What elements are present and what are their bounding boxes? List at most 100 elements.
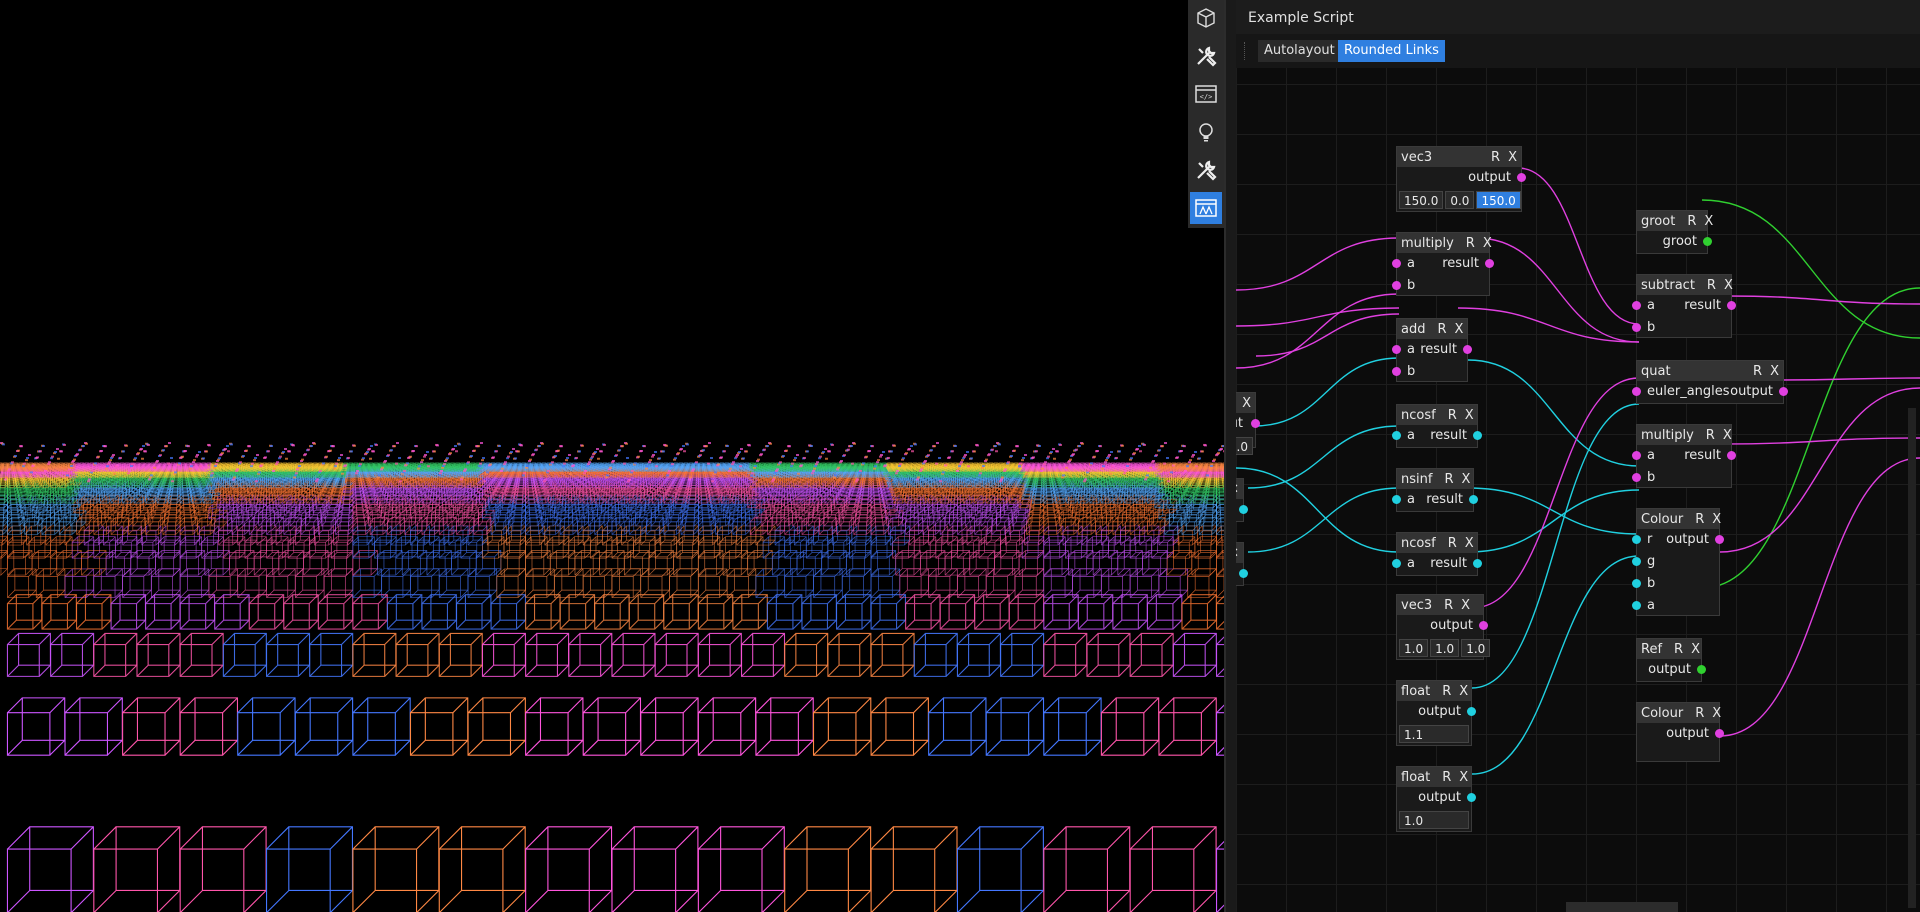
distant-cube xyxy=(910,445,913,447)
wireframe-cube xyxy=(50,632,95,677)
distant-cube xyxy=(470,455,473,457)
distant-cube xyxy=(479,462,482,465)
distant-cube xyxy=(988,453,991,456)
distant-cube xyxy=(495,450,498,453)
distant-cube xyxy=(976,444,979,447)
wireframe-cube xyxy=(1008,594,1045,630)
wireframe-cube xyxy=(490,594,527,630)
distant-cube xyxy=(581,444,584,447)
wireframe-cube xyxy=(136,632,181,677)
distant-cube xyxy=(740,448,743,450)
distant-cube xyxy=(760,453,763,456)
wireframe-cube xyxy=(1158,568,1188,598)
distant-cube xyxy=(14,455,17,457)
distant-cube xyxy=(796,454,799,456)
distant-cube xyxy=(319,469,322,472)
distant-cube xyxy=(427,465,430,468)
distant-cube xyxy=(1145,476,1148,479)
distant-cube xyxy=(426,451,429,453)
distant-cube xyxy=(251,462,254,465)
distant-cube xyxy=(1207,472,1210,475)
distant-cube xyxy=(1016,445,1019,448)
distant-cube xyxy=(525,466,528,469)
distant-cube xyxy=(510,451,513,453)
distant-cube xyxy=(242,455,245,457)
distant-cube xyxy=(134,457,137,460)
distant-cube xyxy=(492,456,495,459)
distant-cube xyxy=(438,474,441,477)
distant-cube xyxy=(1144,478,1147,481)
wireframe-cube xyxy=(582,568,613,598)
wireframe-cube xyxy=(821,550,847,576)
distant-cube xyxy=(57,457,60,460)
distant-cube xyxy=(1052,448,1055,450)
distant-cube xyxy=(282,451,285,453)
distant-cube xyxy=(507,455,510,458)
distant-cube xyxy=(978,474,981,477)
distant-cube xyxy=(1019,462,1022,465)
distant-cube xyxy=(1099,445,1102,448)
wireframe-cube xyxy=(673,550,699,576)
distant-cube xyxy=(658,457,661,460)
distant-cube xyxy=(1043,463,1046,466)
wireframe-cube xyxy=(784,826,872,912)
distant-cube xyxy=(562,465,565,468)
distant-cube xyxy=(420,461,423,464)
distant-cube xyxy=(936,442,939,444)
distant-cube xyxy=(1022,457,1025,459)
distant-cube xyxy=(788,445,791,448)
wireframe-cube xyxy=(317,594,354,630)
distant-cube xyxy=(855,480,858,483)
wireframe-cube xyxy=(179,697,239,756)
distant-cube xyxy=(504,461,507,464)
wireframe-cube xyxy=(222,632,267,677)
distant-cube xyxy=(159,454,162,457)
distant-cube xyxy=(732,461,735,464)
wireframe-cube xyxy=(895,550,921,576)
distant-cube xyxy=(358,465,361,467)
distant-cube xyxy=(1198,457,1201,460)
distant-cube xyxy=(128,470,131,472)
wireframe-cube xyxy=(974,594,1010,630)
wireframe-cube xyxy=(846,550,872,576)
wireframe-cube xyxy=(41,594,77,630)
3d-viewport[interactable] xyxy=(0,0,1224,912)
distant-cube xyxy=(1021,459,1024,462)
distant-cube xyxy=(833,476,836,479)
distant-cube xyxy=(723,450,726,453)
distant-cube xyxy=(966,451,969,453)
distant-cube xyxy=(131,463,134,466)
distant-cube xyxy=(587,463,590,466)
distant-cube xyxy=(25,459,28,462)
wireframe-cube xyxy=(1158,697,1217,756)
distant-cube xyxy=(1201,450,1204,453)
distant-cube xyxy=(461,476,464,479)
distant-cube xyxy=(395,462,398,465)
distant-cube xyxy=(65,476,68,479)
distant-cube xyxy=(1090,462,1093,465)
distant-cube xyxy=(100,450,103,452)
distant-cube xyxy=(710,457,713,459)
distant-cube xyxy=(1167,480,1170,483)
distant-cube xyxy=(334,465,337,468)
distant-cube xyxy=(851,462,854,465)
distant-cube xyxy=(583,472,586,475)
distant-cube xyxy=(1025,472,1028,475)
wireframe-cube xyxy=(928,697,987,756)
distant-cube xyxy=(205,450,208,453)
distant-cube xyxy=(22,465,25,468)
distant-cube xyxy=(667,472,670,475)
wireframe-cube xyxy=(395,632,440,677)
distant-cube xyxy=(1101,467,1104,470)
distant-cube xyxy=(771,480,774,483)
wireframe-cube xyxy=(237,568,267,598)
distant-cube xyxy=(162,449,165,452)
wireframe-cube xyxy=(594,594,630,630)
distant-cube xyxy=(880,454,883,456)
distant-cube xyxy=(945,463,948,466)
wireframe-cube xyxy=(130,550,156,576)
distant-cube xyxy=(627,480,630,483)
wireframe-cube xyxy=(801,594,837,630)
distant-cube xyxy=(1084,478,1087,481)
distant-cube xyxy=(603,443,606,446)
